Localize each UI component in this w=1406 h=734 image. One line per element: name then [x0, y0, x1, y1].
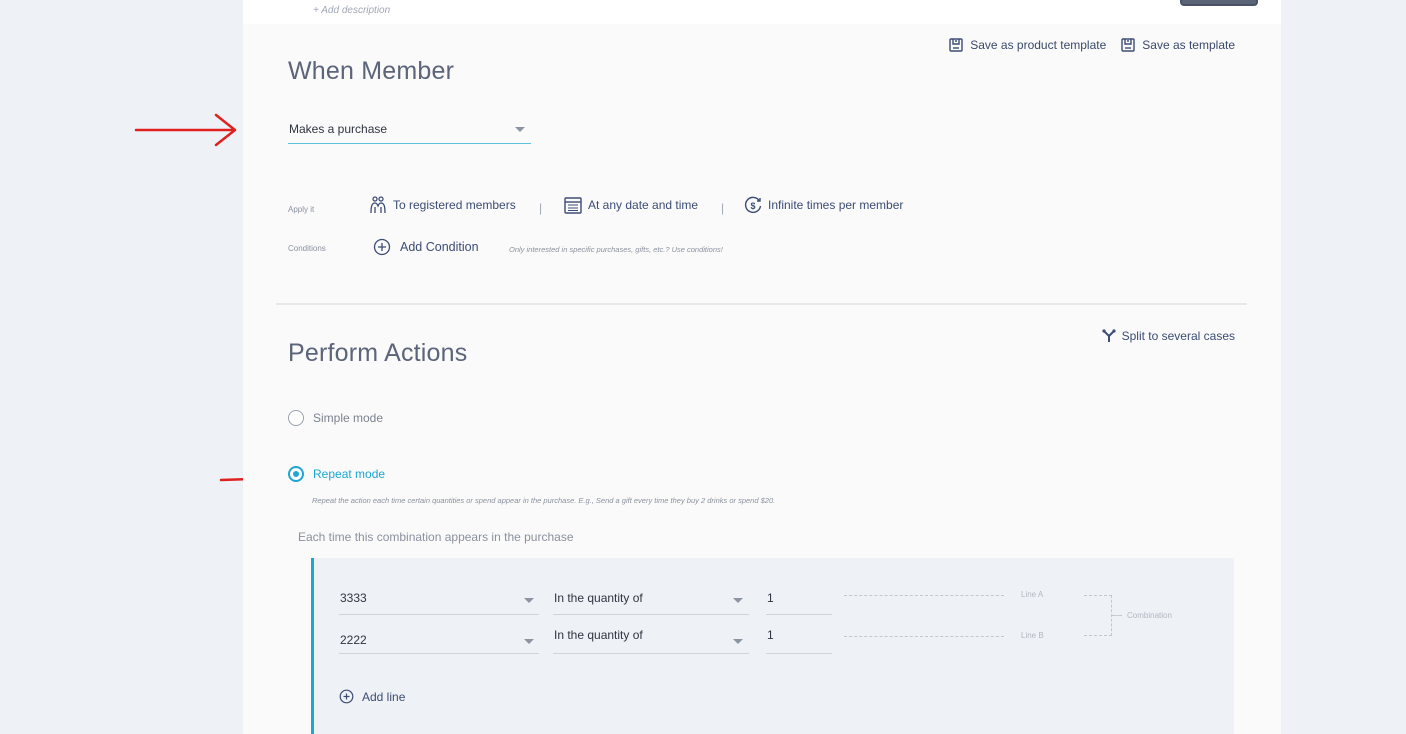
- conditions-hint: Only interested in specific purchases, g…: [509, 245, 723, 254]
- combination-label: Combination: [1127, 611, 1172, 620]
- chevron-down-icon: [733, 639, 743, 644]
- when-member-title: When Member: [288, 57, 455, 85]
- repeat-mode-label: Repeat mode: [313, 467, 386, 481]
- line-b-quantity-input[interactable]: 1: [766, 624, 832, 654]
- line-b-item-value: 2222: [340, 633, 367, 647]
- trigger-select[interactable]: Makes a purchase: [288, 112, 531, 144]
- combination-connector: [1112, 615, 1122, 616]
- save-template-icon: [1121, 38, 1135, 52]
- separator: |: [539, 201, 543, 215]
- combination-box: 3333 In the quantity of 1 Line A 2222 In…: [311, 558, 1234, 734]
- line-b-condition-value: In the quantity of: [554, 628, 643, 642]
- add-description-link[interactable]: + Add description: [313, 5, 390, 16]
- line-a-condition-value: In the quantity of: [554, 591, 643, 605]
- add-condition-label: Add Condition: [400, 240, 479, 254]
- chevron-down-icon: [524, 598, 534, 603]
- infinite-times-icon: $: [744, 196, 762, 214]
- trigger-value: Makes a purchase: [289, 122, 388, 136]
- add-condition-button[interactable]: Add Condition: [373, 238, 479, 256]
- add-circle-icon: [373, 238, 391, 256]
- annotation-arrow-icon: [134, 113, 237, 147]
- apply-infinite-times[interactable]: $ Infinite times per member: [743, 195, 903, 215]
- perform-actions-title: Perform Actions: [288, 339, 468, 367]
- split-cases-button[interactable]: Split to several cases: [1102, 329, 1235, 343]
- save-template-button[interactable]: Save as template: [1120, 37, 1235, 53]
- save-template-label: Save as template: [1142, 38, 1235, 52]
- conditions-label: Conditions: [288, 244, 326, 253]
- simple-mode-radio[interactable]: [288, 410, 304, 426]
- chevron-down-icon: [733, 598, 743, 603]
- save-product-template-button[interactable]: Save as product template: [948, 37, 1106, 53]
- split-icon: [1102, 329, 1116, 342]
- line-a-item-value: 3333: [340, 591, 367, 605]
- save-template-icon: [949, 38, 963, 52]
- repeat-mode-option[interactable]: Repeat mode: [288, 466, 385, 482]
- description-strip: + Add description: [243, 0, 1281, 24]
- line-b-label: Line B: [1021, 631, 1044, 640]
- line-a-connector: [844, 595, 1004, 596]
- rule-editor-panel: + Add description Save as product templa…: [243, 0, 1281, 734]
- line-a-quantity-value: 1: [767, 591, 774, 605]
- line-b-connector: [844, 636, 1004, 637]
- add-circle-icon: [339, 689, 354, 704]
- line-a-label: Line A: [1021, 590, 1044, 599]
- line-b-quantity-value: 1: [767, 628, 774, 642]
- combination-title: Each time this combination appears in th…: [298, 530, 574, 544]
- chevron-down-icon: [515, 127, 525, 132]
- template-links: Save as product template Save as templat…: [948, 37, 1235, 53]
- repeat-mode-description: Repeat the action each time certain quan…: [312, 496, 776, 505]
- add-line-label: Add line: [362, 689, 406, 704]
- split-cases-label: Split to several cases: [1121, 329, 1235, 343]
- apply-infinite-times-label: Infinite times per member: [768, 198, 904, 212]
- apply-registered-members-label: To registered members: [393, 198, 516, 212]
- svg-text:$: $: [750, 201, 755, 211]
- line-b-item-select[interactable]: 2222: [339, 624, 539, 654]
- line-a-quantity-input[interactable]: 1: [766, 585, 832, 615]
- apply-any-date-time-label: At any date and time: [588, 198, 699, 212]
- line-a-condition-select[interactable]: In the quantity of: [553, 585, 749, 615]
- separator: |: [721, 201, 725, 215]
- apply-it-label: Apply it: [288, 205, 315, 214]
- add-line-button[interactable]: Add line: [339, 689, 405, 704]
- simple-mode-label: Simple mode: [313, 411, 384, 425]
- calendar-icon: [564, 197, 582, 214]
- combination-bracket: [1084, 595, 1112, 636]
- apply-any-date-time[interactable]: At any date and time: [563, 195, 698, 215]
- simple-mode-option[interactable]: Simple mode: [288, 410, 383, 426]
- section-divider: [276, 303, 1247, 305]
- chevron-down-icon: [524, 639, 534, 644]
- members-icon: [370, 196, 386, 214]
- line-a-item-select[interactable]: 3333: [339, 585, 539, 615]
- apply-registered-members[interactable]: To registered members: [368, 195, 516, 215]
- top-action-button[interactable]: [1180, 0, 1258, 6]
- line-b-condition-select[interactable]: In the quantity of: [553, 624, 749, 654]
- save-product-template-label: Save as product template: [970, 38, 1107, 52]
- repeat-mode-radio[interactable]: [288, 466, 304, 482]
